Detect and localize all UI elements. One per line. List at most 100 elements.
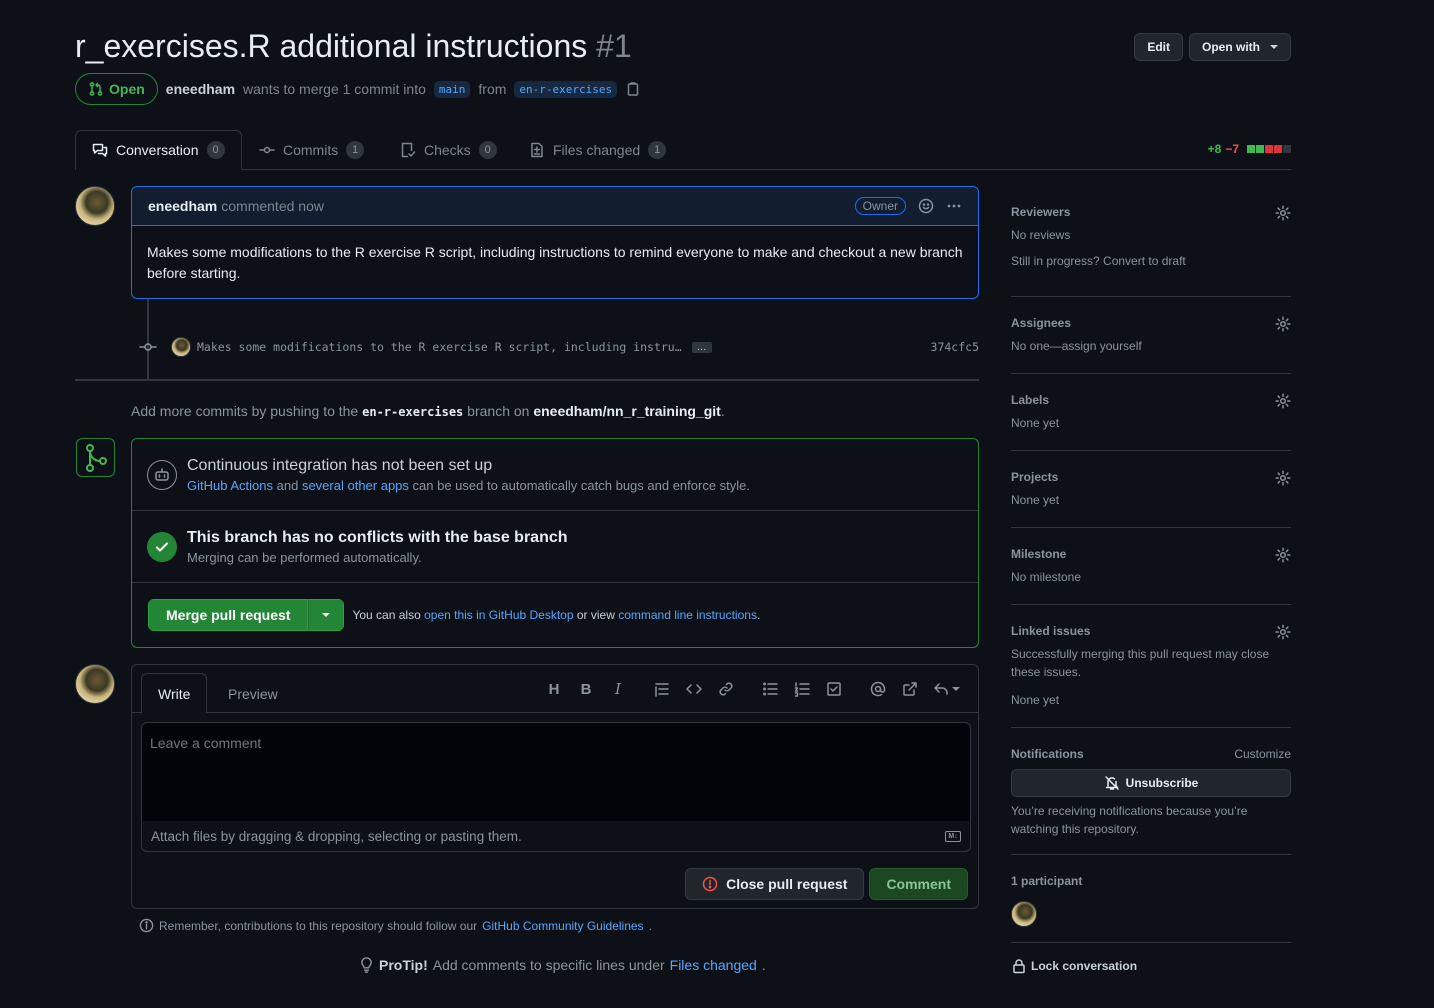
commit-row: Makes some modifications to the R exerci… bbox=[139, 335, 979, 359]
push-hint-repo[interactable]: eneedham/nn_r_training_git bbox=[533, 403, 720, 419]
numbered-list-icon[interactable] bbox=[786, 679, 818, 699]
assign-yourself-link[interactable]: No one—assign yourself bbox=[1011, 337, 1291, 355]
new-comment-box: Write Preview H B I Leave a comment Atta… bbox=[131, 664, 979, 909]
pull-request-icon bbox=[89, 82, 103, 96]
sidebar-heading[interactable]: Reviewers bbox=[1011, 205, 1291, 219]
conflict-section: This branch has no conflicts with the ba… bbox=[132, 511, 978, 583]
open-with-button[interactable]: Open with bbox=[1189, 33, 1291, 61]
checklist-icon bbox=[401, 142, 416, 158]
files-changed-link[interactable]: Files changed bbox=[670, 957, 757, 973]
from-text: from bbox=[478, 81, 507, 97]
author-link[interactable]: eneedham bbox=[166, 81, 235, 97]
community-guidelines-link[interactable]: GitHub Community Guidelines bbox=[482, 919, 643, 933]
comment-time[interactable]: commented now bbox=[221, 198, 324, 214]
tab-commits[interactable]: Commits 1 bbox=[259, 130, 365, 170]
tab-write[interactable]: Write bbox=[141, 673, 208, 714]
chevron-down-icon bbox=[1270, 45, 1278, 49]
tab-files-changed[interactable]: Files changed 1 bbox=[529, 130, 667, 170]
deletions-count: −7 bbox=[1225, 142, 1239, 156]
quote-icon[interactable] bbox=[646, 679, 678, 699]
bold-icon[interactable]: B bbox=[570, 679, 602, 699]
close-pull-request-button[interactable]: Close pull request bbox=[685, 868, 865, 900]
smiley-icon[interactable] bbox=[918, 198, 934, 214]
code-icon[interactable] bbox=[678, 679, 710, 699]
diffstat-box bbox=[1283, 145, 1291, 153]
attach-text: Attach files by dragging & dropping, sel… bbox=[151, 828, 522, 844]
push-hint-branch: en-r-exercises bbox=[362, 405, 464, 419]
link-icon[interactable] bbox=[710, 679, 742, 699]
comment-author[interactable]: eneedham bbox=[148, 198, 217, 214]
convert-to-draft-link[interactable]: Still in progress? Convert to draft bbox=[1011, 252, 1291, 270]
task-list-icon[interactable] bbox=[818, 679, 850, 699]
avatar[interactable] bbox=[75, 186, 115, 226]
guidelines-prefix: Remember, contributions to this reposito… bbox=[159, 918, 478, 933]
comment-textarea[interactable]: Leave a comment bbox=[141, 722, 971, 822]
light-bulb-icon bbox=[361, 957, 372, 973]
lock-conversation-link[interactable]: Lock conversation bbox=[1011, 958, 1291, 974]
avatar[interactable] bbox=[75, 664, 115, 704]
merge-method-dropdown[interactable] bbox=[308, 599, 345, 631]
base-branch[interactable]: main bbox=[433, 80, 471, 98]
reply-icon[interactable] bbox=[926, 679, 966, 699]
protip-text: Add comments to specific lines under bbox=[432, 957, 665, 973]
gear-icon[interactable] bbox=[1275, 547, 1291, 563]
state-label: Open bbox=[109, 81, 145, 97]
heading-icon[interactable]: H bbox=[538, 679, 570, 699]
commit-message[interactable]: Makes some modifications to the R exerci… bbox=[197, 340, 682, 354]
other-apps-link[interactable]: several other apps bbox=[302, 478, 409, 493]
participant-avatar[interactable] bbox=[1011, 901, 1037, 927]
gear-icon[interactable] bbox=[1275, 316, 1291, 332]
mention-icon[interactable] bbox=[862, 679, 894, 699]
sidebar-heading[interactable]: Projects bbox=[1011, 470, 1291, 484]
sidebar-heading[interactable]: Linked issues bbox=[1011, 624, 1291, 638]
italic-icon[interactable]: I bbox=[602, 679, 634, 699]
pr-meta: Open eneedham wants to merge 1 commit in… bbox=[75, 73, 641, 105]
sidebar-notifications: Notifications Customize Unsubscribe You’… bbox=[1011, 728, 1291, 855]
gear-icon[interactable] bbox=[1275, 205, 1291, 221]
git-merge-icon bbox=[85, 443, 107, 472]
notifications-title: Notifications bbox=[1011, 747, 1084, 761]
also-text: You can also bbox=[352, 608, 421, 622]
commit-sha[interactable]: 374cfc5 bbox=[931, 340, 979, 354]
unsubscribe-button[interactable]: Unsubscribe bbox=[1011, 769, 1291, 797]
customize-link[interactable]: Customize bbox=[1234, 747, 1291, 761]
expand-button[interactable]: … bbox=[691, 341, 712, 353]
gear-icon[interactable] bbox=[1275, 470, 1291, 486]
kebab-horizontal-icon[interactable] bbox=[946, 198, 962, 214]
sidebar-heading[interactable]: Labels bbox=[1011, 393, 1291, 407]
gear-icon[interactable] bbox=[1275, 624, 1291, 640]
tab-checks[interactable]: Checks 0 bbox=[400, 130, 497, 170]
copy-icon[interactable] bbox=[625, 81, 641, 97]
cross-reference-icon[interactable] bbox=[894, 679, 926, 699]
sidebar-value: None yet bbox=[1011, 693, 1060, 707]
gear-icon[interactable] bbox=[1275, 393, 1291, 409]
pr-title-text: r_exercises.R additional instructions bbox=[75, 28, 588, 64]
comment-actions: Close pull request Comment bbox=[685, 868, 968, 900]
avatar[interactable] bbox=[171, 337, 191, 357]
pr-tabs: Conversation 0 Commits 1 Checks 0 Files … bbox=[75, 130, 1291, 170]
github-actions-link[interactable]: GitHub Actions bbox=[187, 478, 273, 493]
chevron-down-icon bbox=[322, 613, 331, 617]
bullet-list-icon[interactable] bbox=[754, 679, 786, 699]
github-desktop-link[interactable]: open this in GitHub Desktop bbox=[424, 608, 573, 622]
command-line-link[interactable]: command line instructions bbox=[618, 608, 757, 622]
attach-files-bar[interactable]: Attach files by dragging & dropping, sel… bbox=[141, 821, 971, 852]
pull-request-closed-icon bbox=[702, 876, 718, 892]
lock-label: Lock conversation bbox=[1031, 959, 1138, 973]
tab-label: Checks bbox=[424, 142, 471, 158]
push-hint-suffix: . bbox=[720, 403, 725, 419]
head-branch[interactable]: en-r-exercises bbox=[514, 80, 618, 98]
sidebar-heading[interactable]: Assignees bbox=[1011, 316, 1291, 330]
comment-button[interactable]: Comment bbox=[869, 868, 968, 900]
markdown-icon[interactable]: M↓ bbox=[945, 830, 961, 842]
diffstat-box bbox=[1247, 145, 1255, 153]
tab-preview[interactable]: Preview bbox=[212, 673, 294, 714]
sidebar-assignees: Assignees No one—assign yourself bbox=[1011, 297, 1291, 374]
sidebar-heading: 1 participant bbox=[1011, 874, 1083, 888]
edit-button[interactable]: Edit bbox=[1134, 33, 1183, 61]
info-icon bbox=[139, 918, 154, 933]
tab-conversation[interactable]: Conversation 0 bbox=[75, 130, 242, 170]
sidebar-projects: Projects None yet bbox=[1011, 451, 1291, 528]
sidebar-heading[interactable]: Milestone bbox=[1011, 547, 1291, 561]
merge-pull-request-button[interactable]: Merge pull request bbox=[148, 599, 309, 631]
